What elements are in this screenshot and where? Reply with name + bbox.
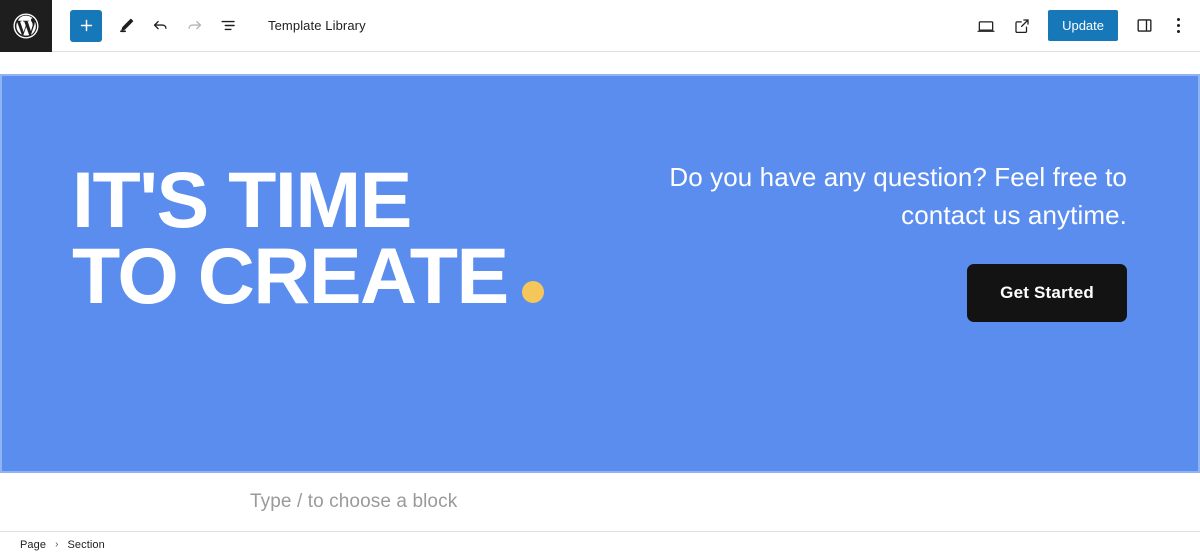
- get-started-button[interactable]: Get Started: [967, 264, 1127, 323]
- hero-heading-line-2: TO CREATE: [72, 230, 509, 320]
- hero-right-column: Do you have any question? Feel free to c…: [620, 74, 1200, 323]
- undo-arrow-icon: [151, 16, 170, 35]
- breadcrumb: Page › Section: [0, 531, 1200, 557]
- list-view-icon: [219, 16, 238, 35]
- list-view-button[interactable]: [212, 10, 244, 42]
- hero-inner-layout: IT'S TIME TO CREATE Do you have any ques…: [0, 74, 1200, 473]
- add-block-button[interactable]: [70, 9, 102, 42]
- kebab-menu-icon: [1176, 18, 1180, 33]
- options-menu-button[interactable]: [1164, 10, 1192, 42]
- sidebar-panel-icon: [1135, 16, 1154, 35]
- breadcrumb-item-page[interactable]: Page: [20, 539, 46, 551]
- external-link-icon: [1013, 17, 1031, 35]
- hero-accent-dot-icon: [521, 280, 544, 303]
- hero-paragraph[interactable]: Do you have any question? Feel free to c…: [657, 159, 1127, 234]
- desktop-icon: [976, 16, 996, 36]
- undo-button[interactable]: [144, 10, 176, 42]
- editor-header: Template Library Update: [0, 0, 1200, 52]
- edit-tool-button[interactable]: [110, 10, 142, 42]
- hero-heading[interactable]: IT'S TIME TO CREATE: [72, 160, 620, 315]
- header-left-toolbar: [52, 9, 244, 42]
- wordpress-logo-icon: [11, 11, 41, 41]
- breadcrumb-separator-icon: ›: [55, 538, 59, 550]
- page-title: Template Library: [268, 18, 366, 33]
- view-device-button[interactable]: [970, 10, 1002, 42]
- block-appender[interactable]: Type / to choose a block: [0, 473, 1200, 531]
- preview-external-button[interactable]: [1006, 10, 1038, 42]
- update-button[interactable]: Update: [1048, 10, 1118, 41]
- hero-left-column: IT'S TIME TO CREATE: [0, 74, 620, 315]
- breadcrumb-item-section[interactable]: Section: [67, 539, 104, 551]
- plus-icon: [78, 17, 95, 34]
- wordpress-logo-button[interactable]: [0, 0, 52, 52]
- redo-arrow-icon: [185, 16, 204, 35]
- settings-sidebar-toggle[interactable]: [1128, 10, 1160, 42]
- hero-section-block[interactable]: IT'S TIME TO CREATE Do you have any ques…: [0, 74, 1200, 473]
- editor-canvas: IT'S TIME TO CREATE Do you have any ques…: [0, 53, 1200, 531]
- redo-button[interactable]: [178, 10, 210, 42]
- block-appender-placeholder: Type / to choose a block: [250, 491, 458, 512]
- pencil-icon: [117, 16, 136, 35]
- header-right-toolbar: Update: [970, 10, 1200, 42]
